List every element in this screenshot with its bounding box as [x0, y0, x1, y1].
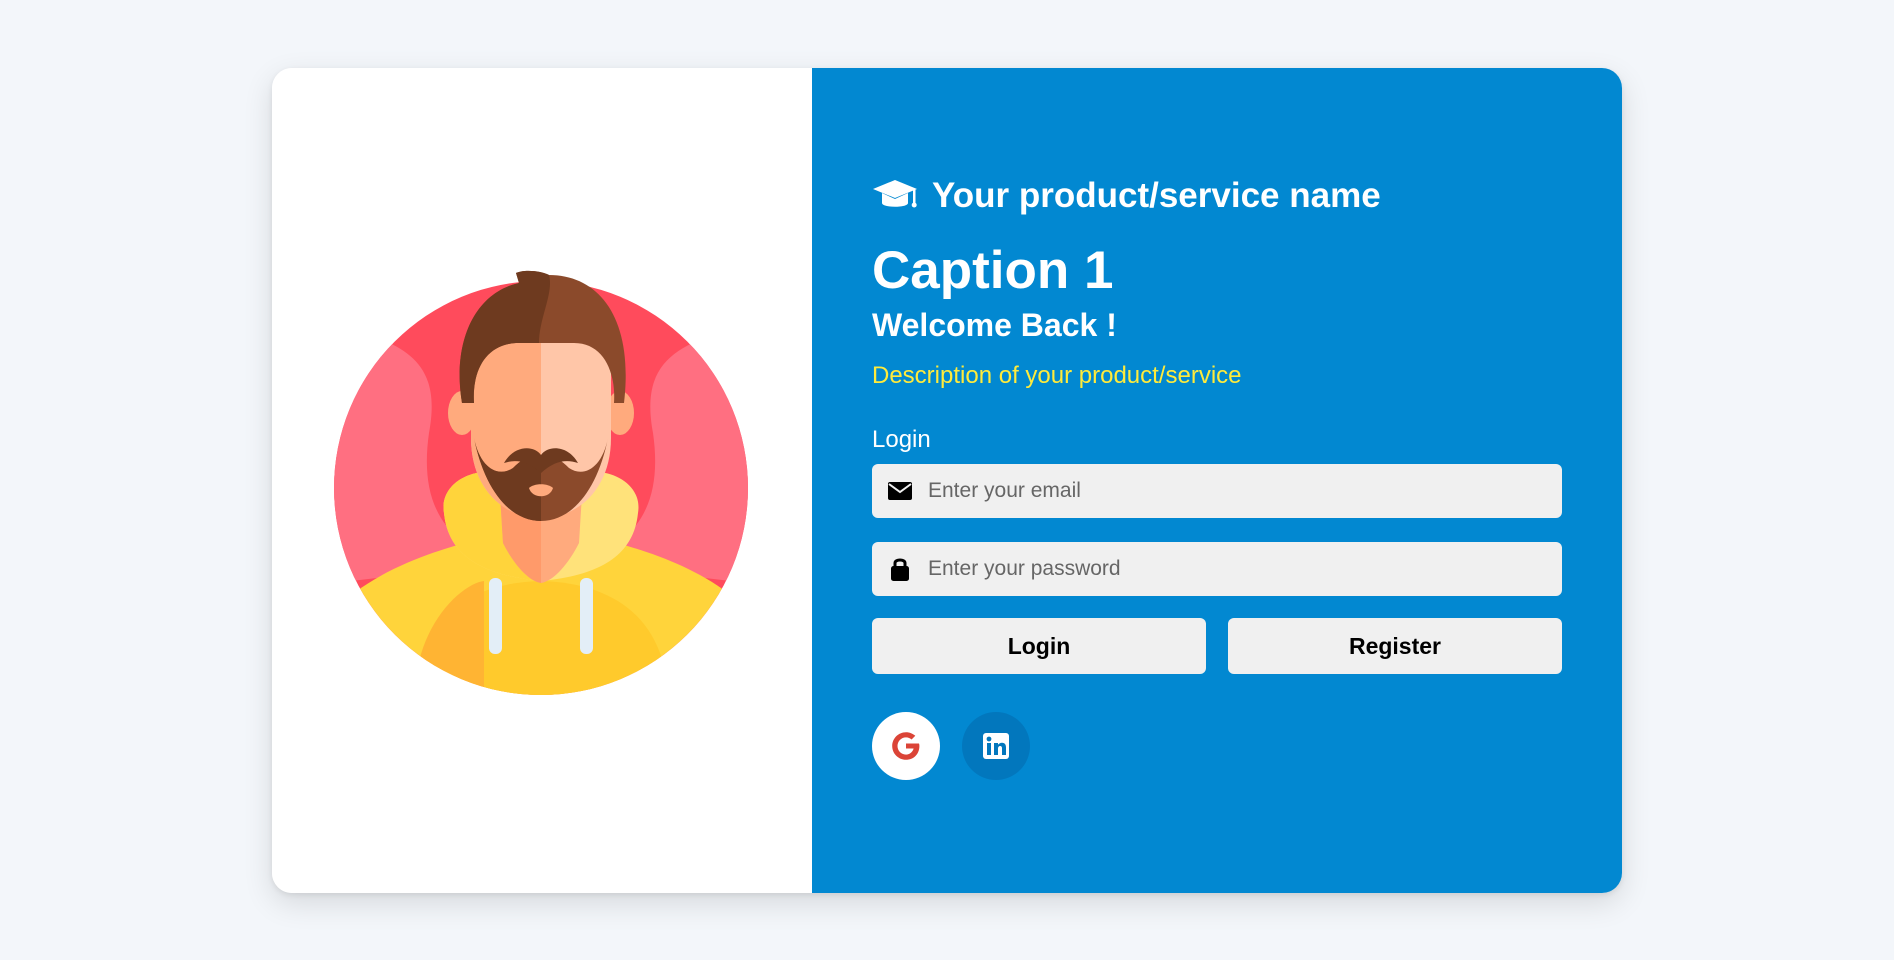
- google-icon: [892, 732, 920, 760]
- email-field[interactable]: [872, 464, 1562, 518]
- lock-icon: [886, 555, 914, 583]
- login-card: Your product/service name Caption 1 Welc…: [272, 68, 1622, 893]
- login-label: Login: [872, 426, 931, 453]
- linkedin-icon: [983, 733, 1009, 759]
- login-button[interactable]: Login: [872, 618, 1206, 674]
- caption-heading: Caption 1: [872, 241, 1114, 300]
- register-button[interactable]: Register: [1228, 618, 1562, 674]
- social-login-buttons: [872, 712, 1562, 780]
- welcome-heading: Welcome Back !: [872, 307, 1117, 343]
- envelope-icon: [886, 477, 914, 505]
- illustration-panel: [272, 68, 812, 893]
- form-buttons: Login Register: [872, 618, 1562, 674]
- google-login-button[interactable]: [872, 712, 940, 780]
- login-content: Your product/service name Caption 1 Welc…: [872, 173, 1562, 780]
- linkedin-login-button[interactable]: [962, 712, 1030, 780]
- password-field[interactable]: [872, 542, 1562, 596]
- graduation-cap-icon: [872, 176, 920, 216]
- brand-header: Your product/service name: [872, 173, 1562, 219]
- email-input[interactable]: [926, 470, 1550, 512]
- product-description: Description of your product/service: [872, 362, 1242, 389]
- login-panel: Your product/service name Caption 1 Welc…: [812, 68, 1622, 893]
- brand-name: Your product/service name: [932, 176, 1381, 215]
- password-input[interactable]: [926, 548, 1550, 590]
- user-avatar-illustration: [334, 263, 748, 703]
